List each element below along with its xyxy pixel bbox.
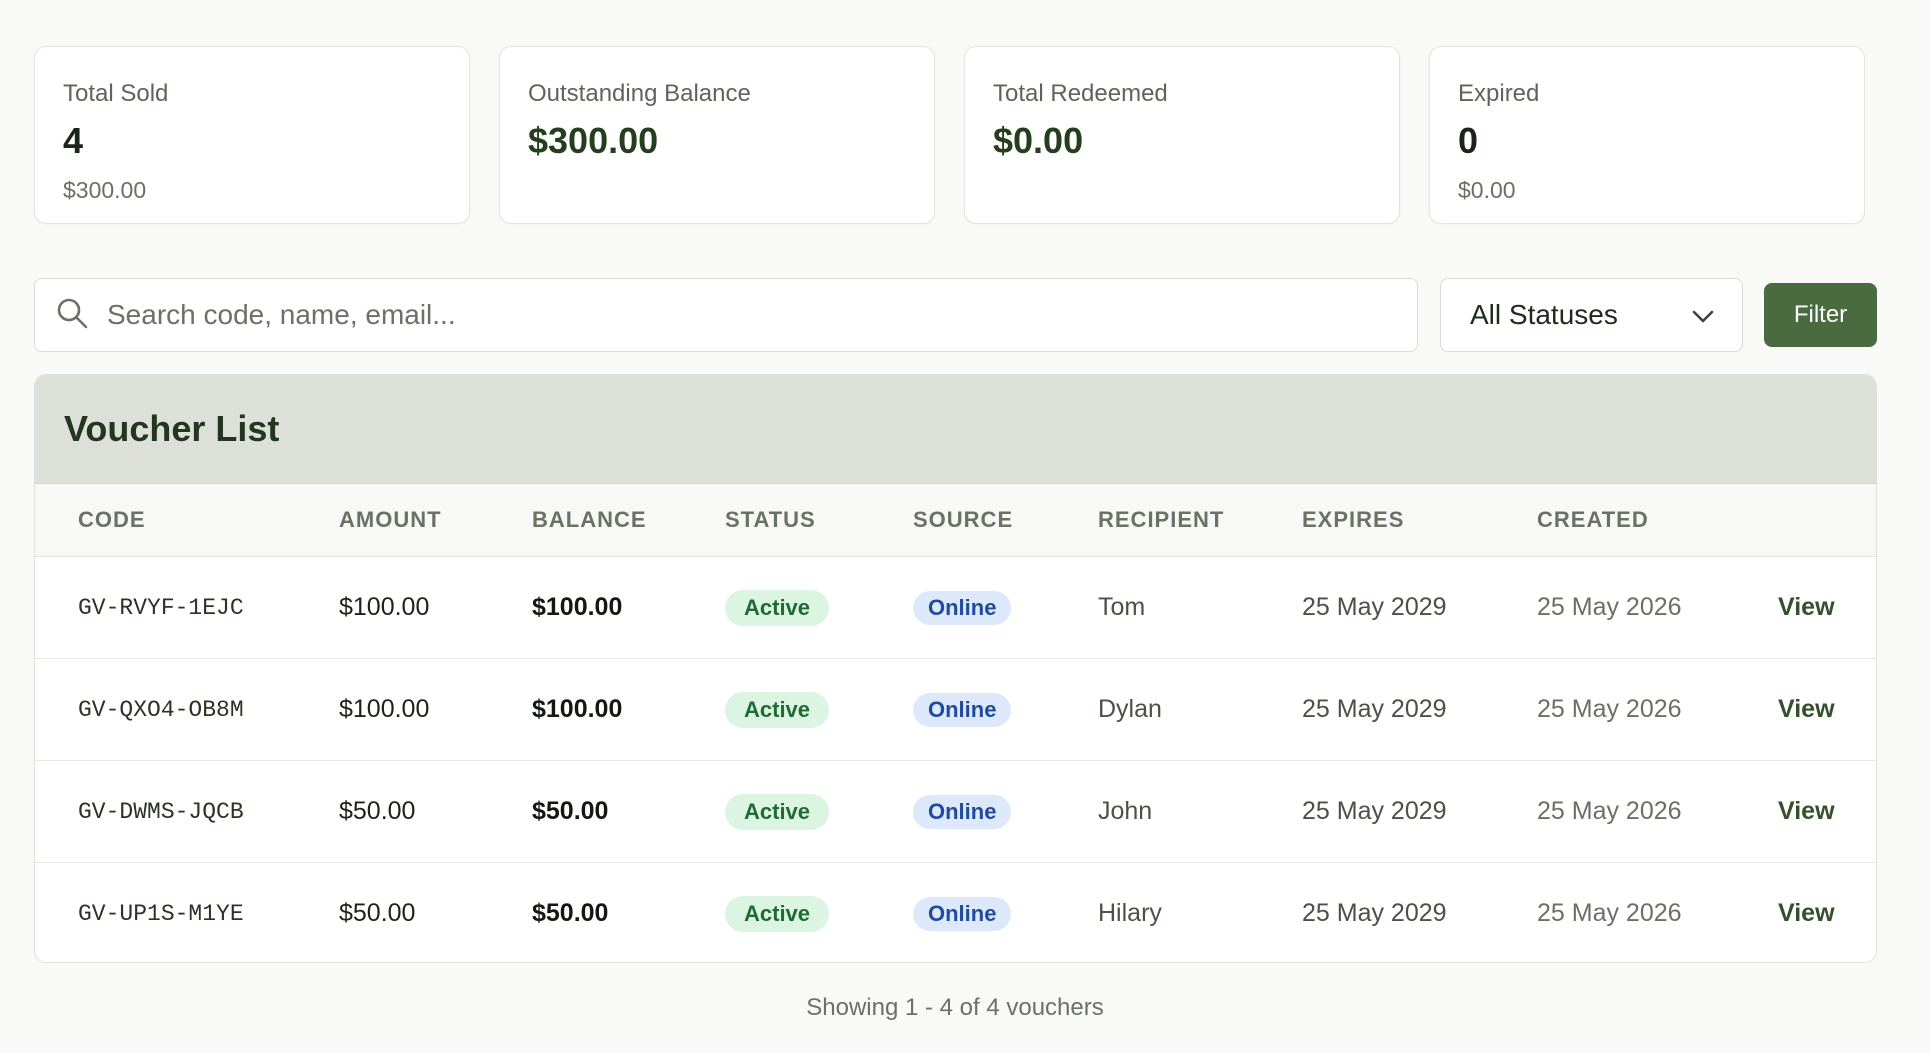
voucher-balance: $50.00 (532, 899, 609, 927)
stat-card-total-sold: Total Sold 4 $300.00 (34, 46, 470, 224)
voucher-balance: $100.00 (532, 695, 623, 723)
voucher-expires: 25 May 2029 (1302, 797, 1447, 825)
voucher-recipient: Hilary (1098, 899, 1162, 927)
view-link[interactable]: View (1778, 797, 1835, 826)
stat-label: Total Redeemed (993, 80, 1168, 107)
column-header-source: SOURCE (913, 507, 1014, 532)
voucher-recipient: Tom (1098, 593, 1146, 621)
table-row: GV-QXO4-OB8M $100.00 $100.00 Active Onli… (35, 659, 1876, 761)
status-badge: Active (725, 895, 830, 932)
voucher-expires: 25 May 2029 (1302, 899, 1447, 927)
source-badge: Online (913, 794, 1012, 829)
voucher-balance: $50.00 (532, 797, 609, 825)
search-box[interactable] (34, 278, 1418, 352)
voucher-code: GV-RVYF-1EJC (78, 594, 244, 621)
chevron-down-icon (1692, 299, 1714, 331)
panel-header: Voucher List (35, 375, 1876, 484)
status-badge: Active (725, 793, 830, 830)
search-input[interactable] (105, 298, 1359, 332)
status-filter-value: All Statuses (1470, 299, 1618, 330)
column-header-amount: AMOUNT (339, 507, 442, 532)
stat-label: Outstanding Balance (528, 80, 751, 107)
voucher-amount: $100.00 (339, 695, 430, 723)
status-badge: Active (725, 589, 830, 626)
voucher-expires: 25 May 2029 (1302, 593, 1447, 621)
voucher-created: 25 May 2026 (1537, 695, 1682, 723)
source-badge: Online (913, 896, 1012, 931)
stat-value: $0.00 (993, 120, 1084, 161)
voucher-balance: $100.00 (532, 593, 623, 621)
voucher-amount: $100.00 (339, 593, 430, 621)
voucher-dashboard: Total Sold 4 $300.00 Outstanding Balance… (0, 0, 1930, 1053)
view-link[interactable]: View (1778, 695, 1835, 724)
panel-title: Voucher List (64, 408, 280, 449)
stat-label: Total Sold (63, 80, 169, 107)
stat-card-expired: Expired 0 $0.00 (1429, 46, 1865, 224)
stat-label: Expired (1458, 80, 1540, 107)
column-header-expires: EXPIRES (1302, 507, 1405, 532)
voucher-list-panel: Voucher List CODE AMOUNT BALANCE STATUS … (34, 374, 1877, 963)
voucher-expires: 25 May 2029 (1302, 695, 1447, 723)
stat-value: 4 (63, 120, 84, 161)
voucher-created: 25 May 2026 (1537, 899, 1682, 927)
voucher-amount: $50.00 (339, 797, 416, 825)
filter-button[interactable]: Filter (1764, 283, 1877, 347)
source-badge: Online (913, 692, 1012, 727)
column-header-recipient: RECIPIENT (1098, 507, 1225, 532)
view-link[interactable]: View (1778, 593, 1835, 622)
stat-card-total-redeemed: Total Redeemed $0.00 (964, 46, 1400, 224)
voucher-amount: $50.00 (339, 899, 416, 927)
stat-subvalue: $300.00 (63, 177, 147, 203)
column-header-code: CODE (78, 507, 146, 532)
column-header-created: CREATED (1537, 507, 1649, 532)
stat-value: $300.00 (528, 120, 659, 161)
voucher-code: GV-UP1S-M1YE (78, 900, 244, 927)
status-badge: Active (725, 691, 830, 728)
voucher-code: GV-DWMS-JQCB (78, 798, 244, 825)
source-badge: Online (913, 590, 1012, 625)
stat-card-outstanding-balance: Outstanding Balance $300.00 (499, 46, 935, 224)
status-filter-select[interactable]: All Statuses (1440, 278, 1743, 352)
table-row: GV-UP1S-M1YE $50.00 $50.00 Active Online… (35, 863, 1876, 962)
search-icon (55, 296, 89, 335)
stat-subvalue: $0.00 (1458, 177, 1516, 203)
pagination-summary: Showing 1 - 4 of 4 vouchers (806, 994, 1104, 1021)
column-header-balance: BALANCE (532, 507, 647, 532)
table-header: CODE AMOUNT BALANCE STATUS SOURCE RECIPI… (35, 484, 1876, 557)
voucher-recipient: John (1098, 797, 1153, 825)
column-header-status: STATUS (725, 507, 816, 532)
voucher-created: 25 May 2026 (1537, 593, 1682, 621)
voucher-code: GV-QXO4-OB8M (78, 696, 244, 723)
table-row: GV-RVYF-1EJC $100.00 $100.00 Active Onli… (35, 557, 1876, 659)
table-row: GV-DWMS-JQCB $50.00 $50.00 Active Online… (35, 761, 1876, 863)
voucher-created: 25 May 2026 (1537, 797, 1682, 825)
view-link[interactable]: View (1778, 899, 1835, 928)
stats-row: Total Sold 4 $300.00 Outstanding Balance… (34, 46, 1865, 224)
stat-value: 0 (1458, 120, 1479, 161)
voucher-recipient: Dylan (1098, 695, 1162, 723)
